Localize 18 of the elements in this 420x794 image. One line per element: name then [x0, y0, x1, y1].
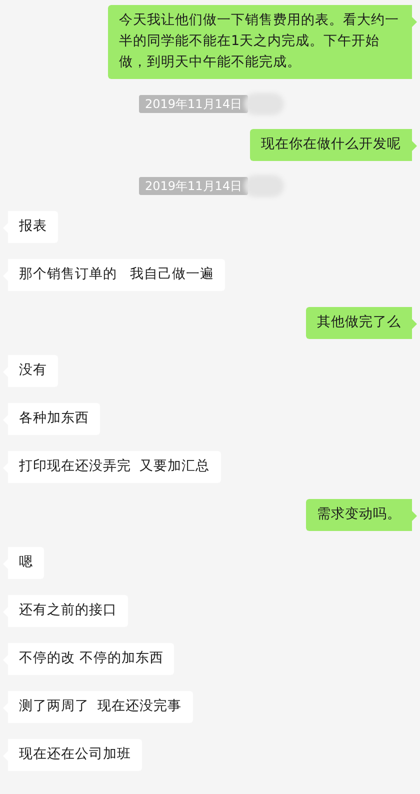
message-bubble: 现在还在公司加班 [3, 739, 142, 771]
message-bubble: 不停的改 不停的加东西 [3, 643, 174, 675]
timestamp: 2019年11月14日 [139, 95, 248, 113]
message-bubble: 需求变动吗。 [306, 499, 417, 531]
blurred-time [244, 93, 284, 115]
message-bubble: 还有之前的接口 [3, 595, 128, 627]
blurred-time [244, 175, 284, 197]
message-bubble: 嗯 [3, 547, 44, 579]
timestamp: 2019年11月14日 [139, 177, 248, 195]
message-bubble: 今天我让他们做一下销售费用的表。看大约一半的同学能不能在1天之内完成。下午开始做，到明天中午能不能完成。 [108, 5, 417, 79]
message-bubble: 各种加东西 [3, 403, 100, 435]
message-bubble: 没有 [3, 355, 58, 387]
message-bubble: 现在你在做什么开发呢 [250, 129, 417, 161]
message-bubble: 报表 [3, 211, 58, 243]
message-bubble: 那个销售订单的 我自己做一遍 [3, 259, 225, 291]
message-bubble: 其他做完了么 [306, 307, 417, 339]
message-bubble: 打印现在还没弄完 又要加汇总 [3, 451, 221, 483]
message-bubble: 测了两周了 现在还没完事 [3, 691, 193, 723]
